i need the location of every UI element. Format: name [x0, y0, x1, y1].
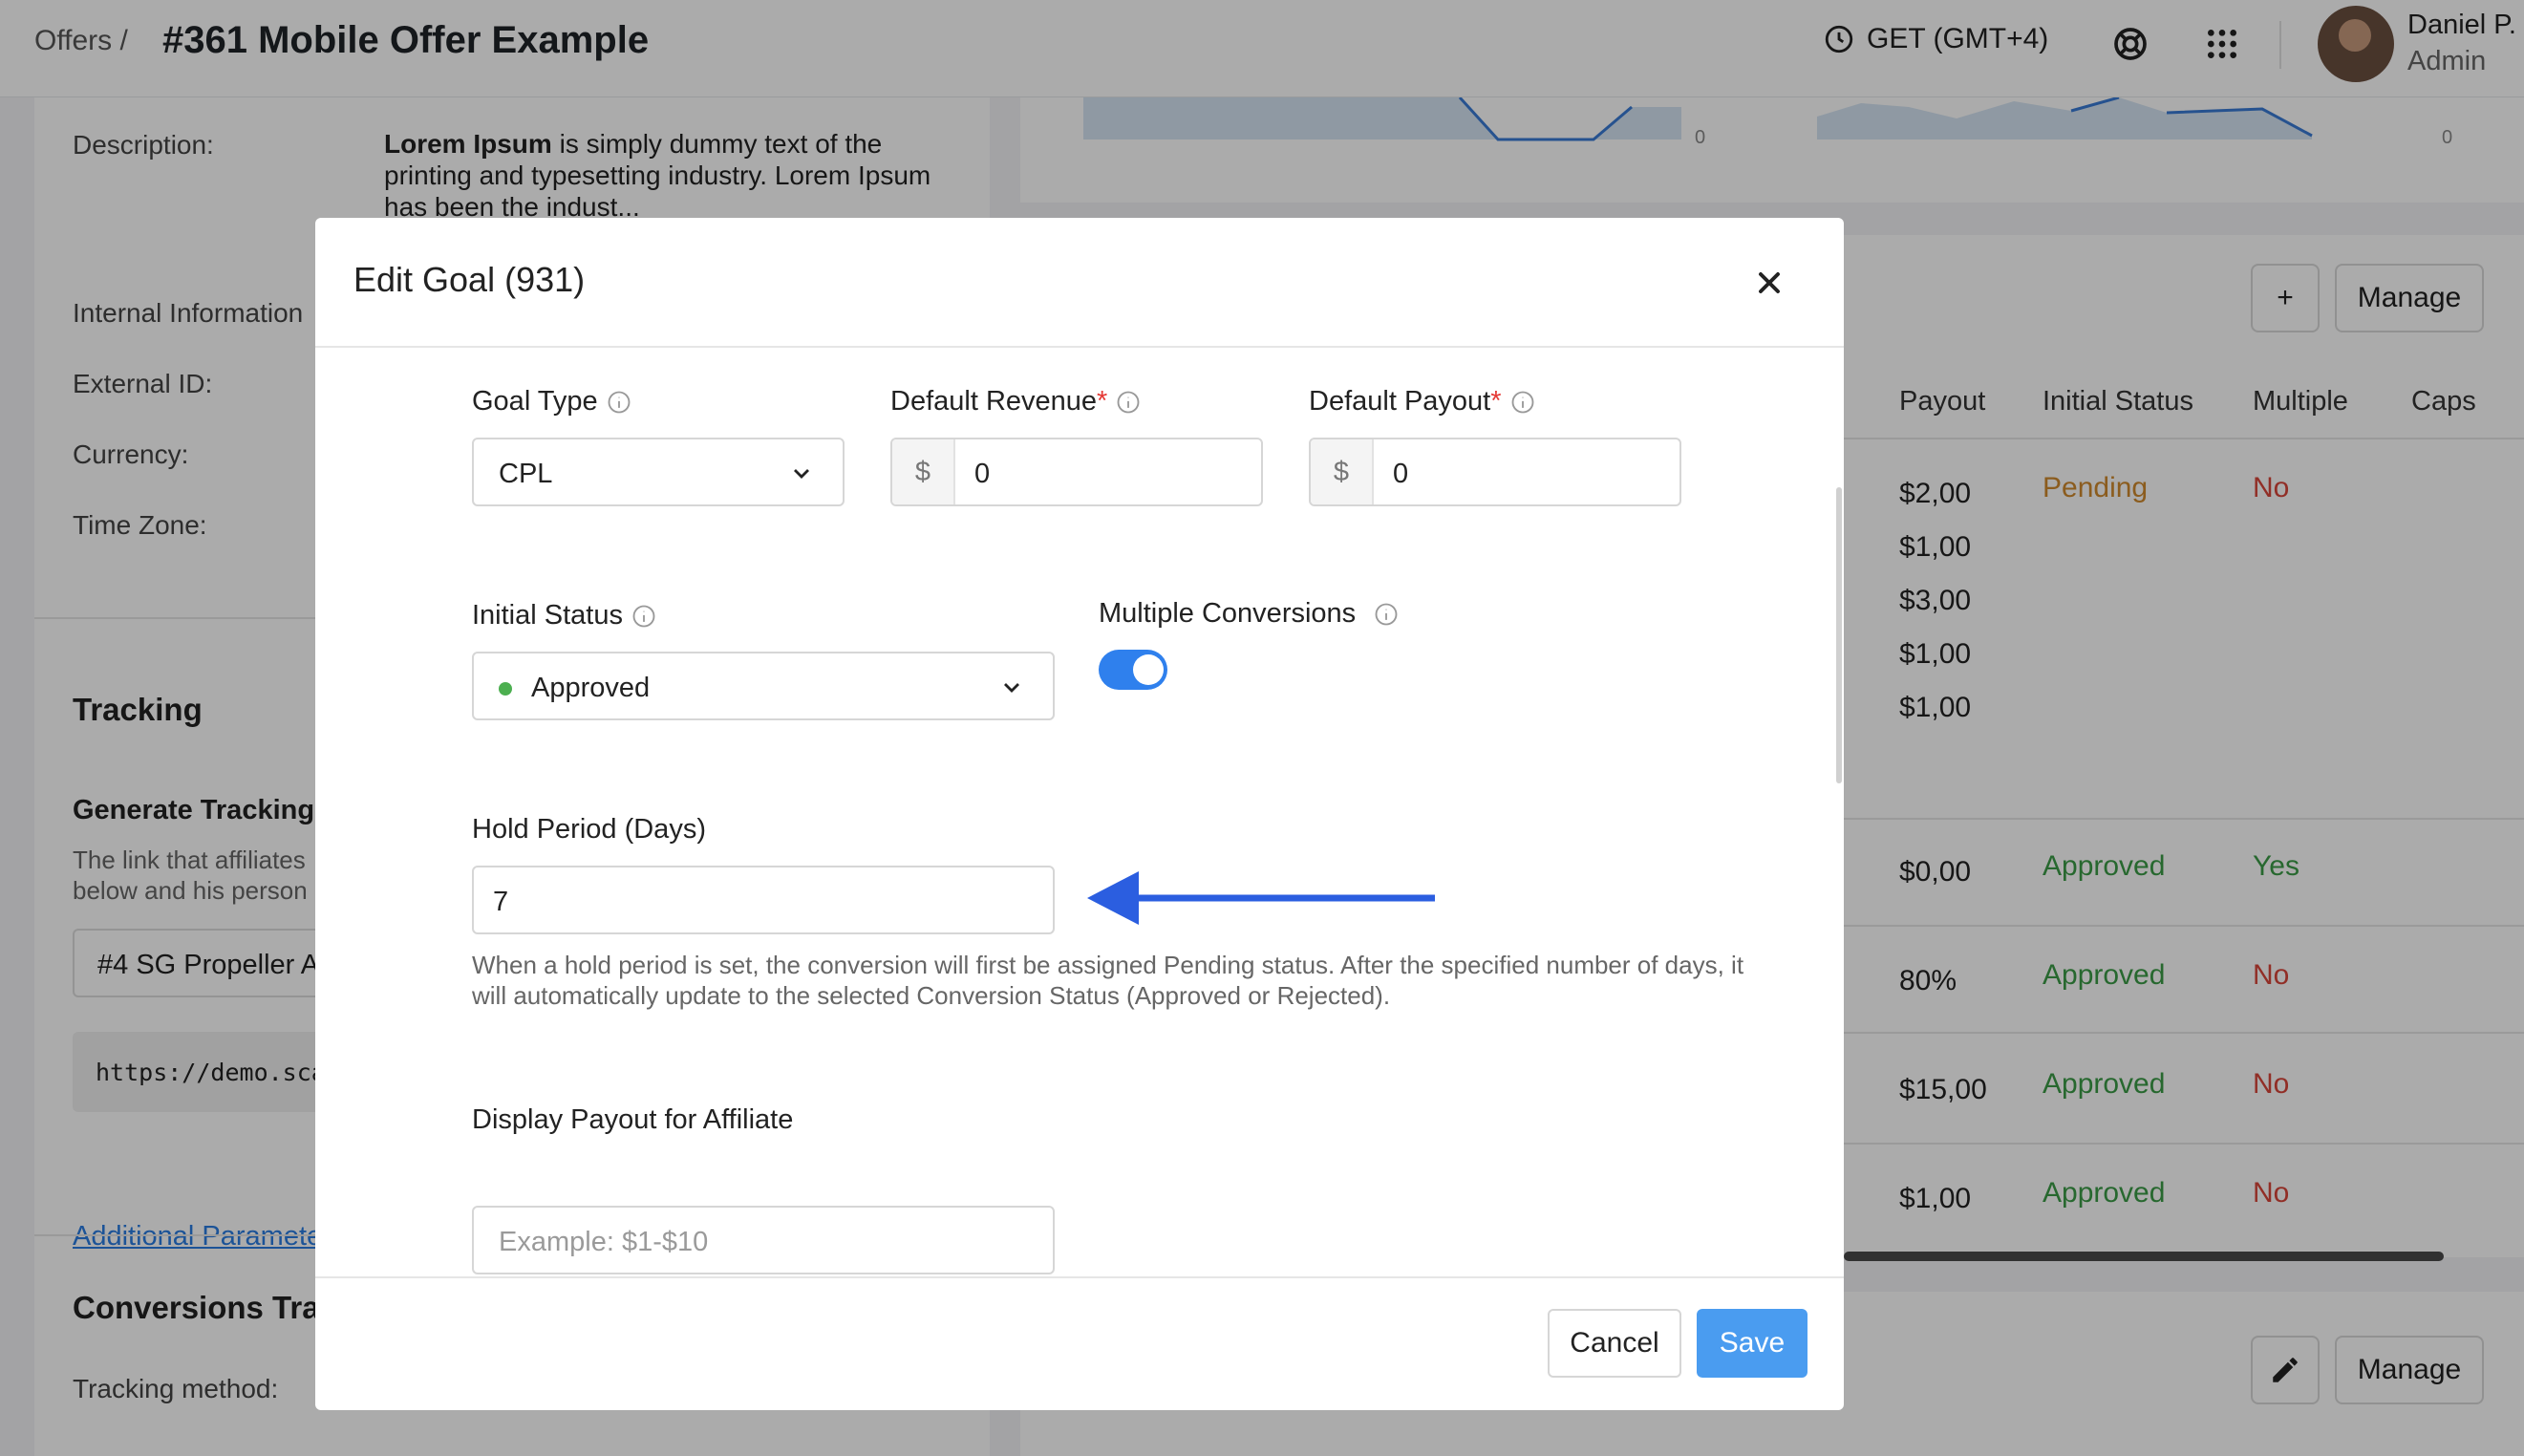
default-revenue-input[interactable]: $ 0 [890, 438, 1263, 506]
arrow-left-icon [1087, 871, 1435, 925]
save-button[interactable]: Save [1697, 1309, 1807, 1378]
edit-goal-modal: Edit Goal (931) Goal Type CPL Default Re… [315, 218, 1844, 1410]
goal-type-label: Goal Type [472, 386, 632, 418]
currency-prefix: $ [892, 439, 955, 504]
multiple-conversions-toggle[interactable] [1099, 650, 1167, 690]
default-revenue-value: 0 [974, 459, 991, 489]
info-icon[interactable] [1509, 389, 1536, 416]
cancel-button[interactable]: Cancel [1548, 1309, 1681, 1378]
modal-vertical-scrollbar[interactable] [1836, 487, 1842, 783]
required-mark: * [1490, 386, 1502, 417]
status-dot-icon [499, 682, 512, 696]
goal-type-value: CPL [499, 459, 553, 489]
chevron-down-icon [794, 469, 809, 479]
chevron-down-icon [1004, 683, 1019, 693]
info-icon[interactable] [1115, 389, 1142, 416]
display-payout-label: Display Payout for Affiliate [472, 1104, 794, 1135]
required-mark: * [1097, 386, 1108, 417]
hold-period-label: Hold Period (Days) [472, 814, 706, 845]
initial-status-label: Initial Status [472, 600, 657, 632]
default-payout-label: Default Payout* [1309, 386, 1536, 418]
hold-period-value: 7 [493, 887, 509, 917]
hold-period-input[interactable]: 7 [472, 866, 1055, 934]
display-payout-placeholder: Example: $1-$10 [499, 1227, 709, 1257]
goal-type-select[interactable]: CPL [472, 438, 845, 506]
info-icon[interactable] [606, 389, 632, 416]
initial-status-value: Approved [531, 673, 651, 703]
modal-body: Goal Type CPL Default Revenue* $ 0 Defau… [315, 350, 1844, 1276]
currency-prefix: $ [1311, 439, 1374, 504]
info-icon[interactable] [631, 603, 657, 630]
multiple-conversions-label: Multiple Conversions [1099, 598, 1400, 630]
hold-period-help: When a hold period is set, the conversio… [472, 951, 1744, 1010]
close-icon[interactable] [1752, 266, 1786, 300]
modal-title: Edit Goal (931) [353, 260, 586, 299]
toggle-knob [1133, 654, 1164, 685]
info-icon[interactable] [1373, 601, 1400, 628]
initial-status-select[interactable]: Approved [472, 652, 1055, 720]
modal-header: Edit Goal (931) [315, 218, 1844, 348]
default-revenue-label: Default Revenue* [890, 386, 1142, 418]
default-payout-input[interactable]: $ 0 [1309, 438, 1681, 506]
default-payout-value: 0 [1393, 459, 1409, 489]
display-payout-input[interactable]: Example: $1-$10 [472, 1206, 1055, 1274]
